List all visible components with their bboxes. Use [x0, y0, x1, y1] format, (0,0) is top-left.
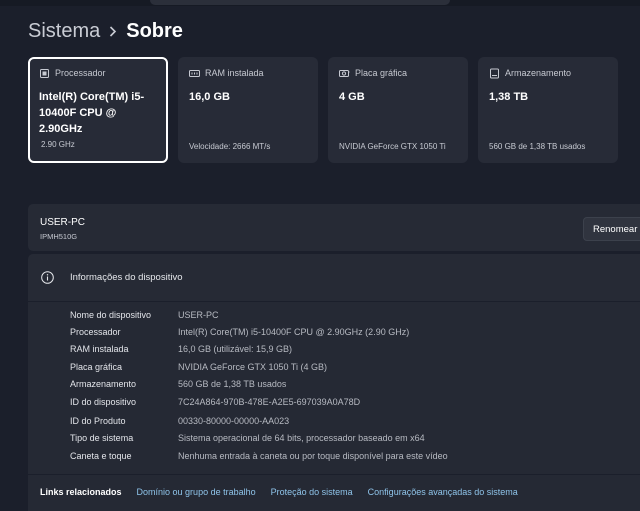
device-info-title: Informações do dispositivo: [70, 272, 183, 283]
card-sub: 2.90 GHz: [41, 140, 75, 149]
spec-value: 16,0 GB (utilizável: 15,9 GB): [178, 344, 293, 354]
spec-row: Placa gráfica NVIDIA GeForce GTX 1050 Ti …: [70, 359, 327, 376]
spec-key: Placa gráfica: [70, 362, 123, 372]
spec-value: USER-PC: [178, 310, 219, 320]
page-title: Sobre: [126, 20, 183, 42]
card-value: 4 GB: [339, 91, 365, 103]
card-sub: NVIDIA GeForce GTX 1050 Ti: [339, 142, 446, 151]
rename-pc-button[interactable]: Renomear este PC: [583, 217, 640, 241]
spec-value: 7C24A864-970B-478E-A2E5-697039A0A78D: [178, 397, 361, 407]
spec-value: Sistema operacional de 64 bits, processa…: [178, 433, 425, 443]
device-name-panel: USER-PC IPMH510G Renomear este PC: [28, 204, 640, 251]
title-bar-strip: [0, 0, 640, 6]
link-domain-workgroup[interactable]: Domínio ou grupo de trabalho: [137, 487, 256, 497]
spec-row: Armazenamento 560 GB de 1,38 TB usados: [70, 376, 286, 393]
spec-row: RAM instalada 16,0 GB (utilizável: 15,9 G…: [70, 341, 292, 358]
spec-key: Nome do dispositivo: [70, 310, 152, 320]
spec-row: ID do dispositivo 7C24A864-970B-478E-A2E5…: [70, 394, 360, 411]
card-ram[interactable]: RAM instalada 16,0 GB Velocidade: 2666 M…: [178, 57, 318, 163]
card-value: Intel(R) Core(TM) i5-10400F CPU @ 2.90GH…: [39, 91, 145, 135]
related-links-panel: Links relacionados Domínio ou grupo de t…: [28, 475, 640, 511]
spec-key: Caneta e toque: [70, 451, 132, 461]
card-graphics[interactable]: Placa gráfica 4 GB NVIDIA GeForce GTX 10…: [328, 57, 468, 163]
card-sub: Velocidade: 2666 MT/s: [189, 142, 271, 151]
card-sub: 560 GB de 1,38 TB usados: [489, 142, 586, 151]
card-label: Processador: [55, 68, 106, 78]
device-info-header[interactable]: Informações do dispositivo: [28, 254, 640, 301]
chevron-right-icon: [100, 18, 126, 44]
spec-key: Tipo de sistema: [70, 433, 134, 443]
processor-icon: [39, 68, 50, 79]
storage-icon: [489, 68, 500, 79]
device-specs-list: Nome do dispositivo USER-PC Processador In…: [28, 302, 640, 474]
card-value: 1,38 TB: [489, 91, 529, 103]
spec-value: 560 GB de 1,38 TB usados: [178, 379, 287, 389]
related-links: Links relacionados Domínio ou grupo de t…: [40, 487, 533, 497]
spec-value: 00330-80000-00000-AA023: [178, 416, 290, 426]
spec-key: ID do Produto: [70, 416, 126, 426]
spec-key: Processador: [70, 327, 121, 337]
title-bar-tab: [150, 0, 450, 5]
ram-icon: [189, 68, 200, 79]
device-name: USER-PC: [40, 217, 86, 228]
spec-key: RAM instalada: [70, 344, 129, 354]
card-processor[interactable]: Processador Intel(R) Core(TM) i5-10400F …: [28, 57, 168, 163]
spec-row: Tipo de sistema Sistema operacional de 64…: [70, 430, 425, 447]
spec-key: ID do dispositivo: [70, 397, 137, 407]
card-label: RAM instalada: [205, 68, 264, 78]
spec-cards: Processador Intel(R) Core(TM) i5-10400F …: [28, 57, 640, 163]
info-icon: [41, 271, 54, 284]
related-links-title: Links relacionados: [40, 487, 122, 497]
card-label: Placa gráfica: [355, 68, 408, 78]
spec-row: Nome do dispositivo USER-PC: [70, 307, 219, 324]
spec-row: Processador Intel(R) Core(TM) i5-10400F C…: [70, 324, 409, 341]
link-advanced-system-settings[interactable]: Configurações avançadas do sistema: [368, 487, 518, 497]
spec-row: Caneta e toque Nenhuma entrada à caneta o…: [70, 448, 448, 465]
spec-row: ID do Produto 00330-80000-00000-AA023: [70, 413, 289, 430]
spec-value: NVIDIA GeForce GTX 1050 Ti (4 GB): [178, 362, 328, 372]
device-model: IPMH510G: [40, 232, 78, 241]
spec-value: Intel(R) Core(TM) i5-10400F CPU @ 2.90GH…: [178, 327, 410, 337]
breadcrumb-sistema[interactable]: Sistema: [28, 18, 100, 44]
card-storage[interactable]: Armazenamento 1,38 TB 560 GB de 1,38 TB …: [478, 57, 618, 163]
graphics-card-icon: [339, 68, 350, 79]
card-value: 16,0 GB: [189, 91, 230, 103]
card-label: Armazenamento: [505, 68, 572, 78]
breadcrumb: Sistema Sobre: [28, 18, 183, 44]
link-system-protection[interactable]: Proteção do sistema: [271, 487, 353, 497]
spec-value: Nenhuma entrada à caneta ou por toque di…: [178, 451, 448, 461]
spec-key: Armazenamento: [70, 379, 137, 389]
